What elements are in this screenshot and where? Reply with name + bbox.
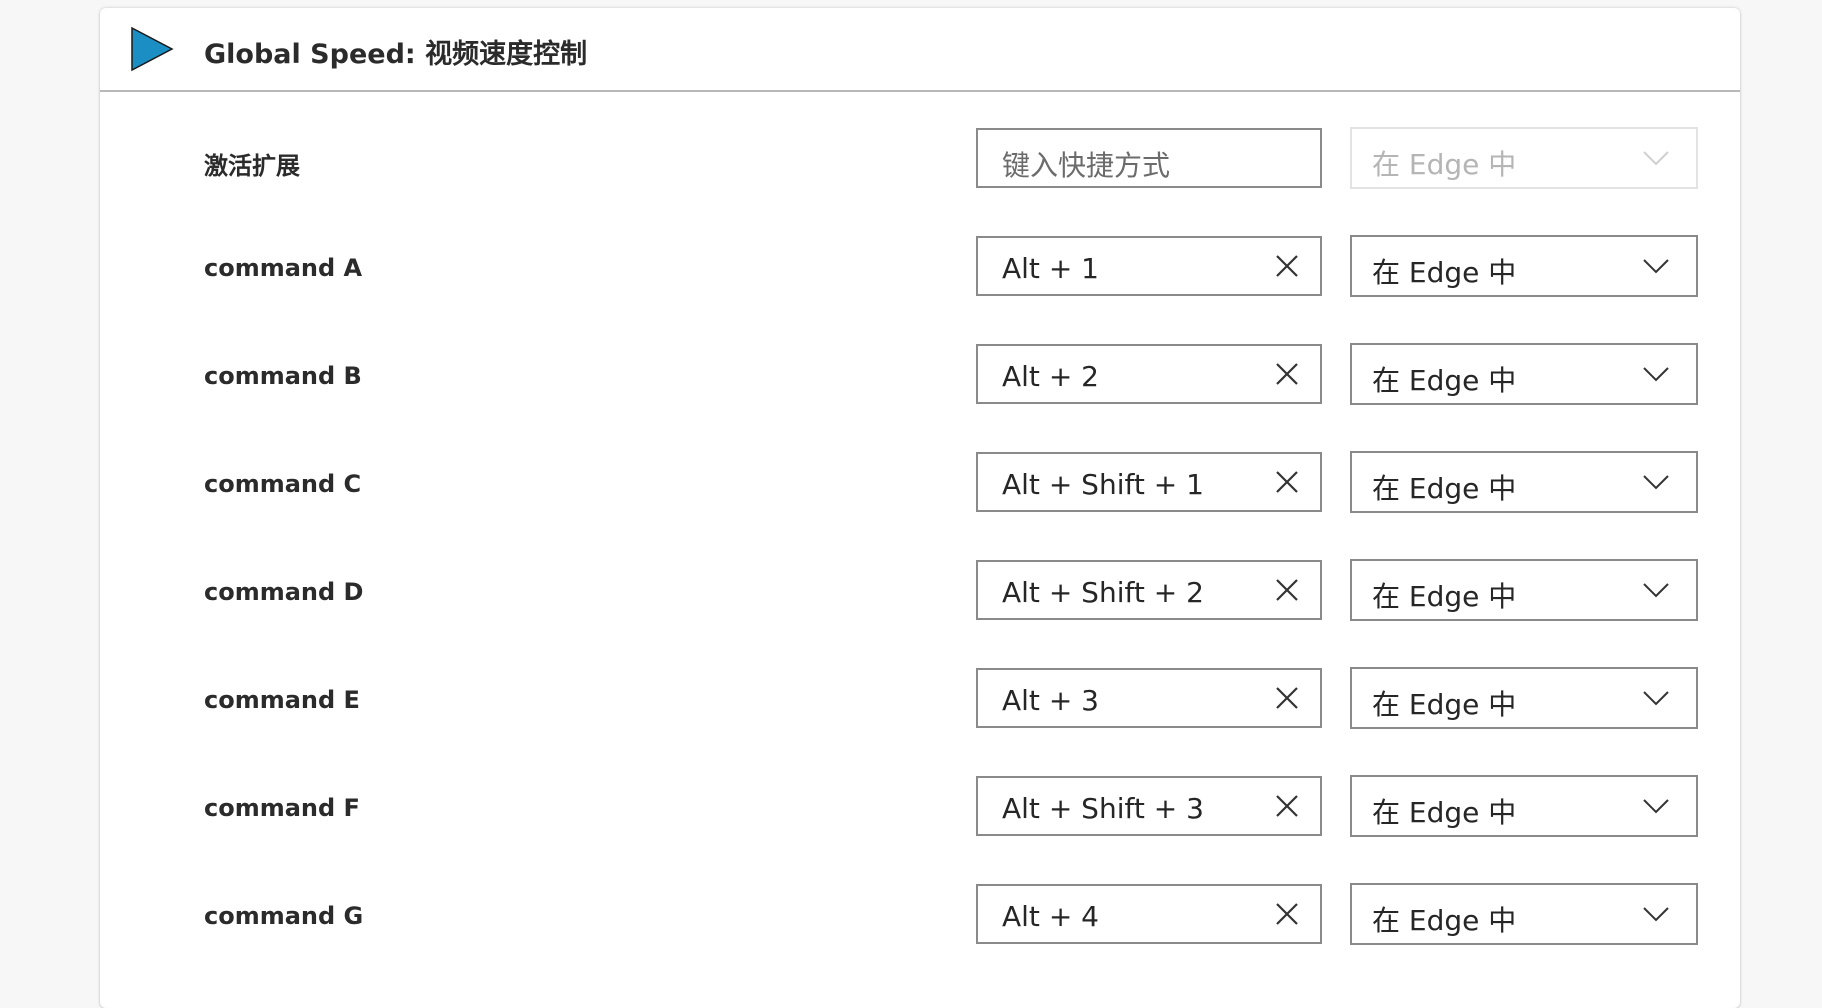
scope-dropdown[interactable]: 在 Edge 中 <box>1350 559 1698 621</box>
shortcut-row-command-e: command E Alt + 3 在 Edge 中 <box>100 667 1740 732</box>
chevron-down-icon <box>1643 799 1669 814</box>
shortcut-row-command-f: command F Alt + Shift + 3 在 Edge 中 <box>100 775 1740 840</box>
close-icon[interactable] <box>1272 791 1302 821</box>
shortcut-input[interactable]: 键入快捷方式 <box>976 128 1322 188</box>
close-icon[interactable] <box>1272 683 1302 713</box>
scope-value: 在 Edge 中 <box>1372 256 1517 289</box>
close-icon[interactable] <box>1272 575 1302 605</box>
scope-dropdown[interactable]: 在 Edge 中 <box>1350 451 1698 513</box>
shortcut-row-command-b: command B Alt + 2 在 Edge 中 <box>100 343 1740 408</box>
command-label: command C <box>204 470 362 498</box>
close-icon[interactable] <box>1272 359 1302 389</box>
scope-value: 在 Edge 中 <box>1372 580 1517 613</box>
extension-title: Global Speed: 视频速度控制 <box>204 39 588 70</box>
shortcut-input[interactable]: Alt + 4 <box>976 884 1322 944</box>
shortcut-placeholder: 键入快捷方式 <box>1002 149 1171 182</box>
shortcut-input[interactable]: Alt + Shift + 2 <box>976 560 1322 620</box>
play-triangle-icon <box>131 26 174 72</box>
scope-value: 在 Edge 中 <box>1372 148 1517 181</box>
shortcut-value: Alt + 2 <box>1002 360 1099 393</box>
command-label: 激活扩展 <box>204 152 300 180</box>
shortcut-value: Alt + Shift + 3 <box>1002 792 1204 825</box>
shortcut-row-command-a: command A Alt + 1 在 Edge 中 <box>100 235 1740 300</box>
scope-dropdown[interactable]: 在 Edge 中 <box>1350 667 1698 729</box>
scope-value: 在 Edge 中 <box>1372 472 1517 505</box>
close-icon[interactable] <box>1272 899 1302 929</box>
command-label: command F <box>204 794 360 822</box>
shortcut-input[interactable]: Alt + 2 <box>976 344 1322 404</box>
shortcut-row-command-g: command G Alt + 4 在 Edge 中 <box>100 883 1740 948</box>
shortcut-row-command-d: command D Alt + Shift + 2 在 Edge 中 <box>100 559 1740 624</box>
command-label: command D <box>204 578 364 606</box>
shortcut-value: Alt + 4 <box>1002 900 1099 933</box>
scope-value: 在 Edge 中 <box>1372 904 1517 937</box>
shortcut-input[interactable]: Alt + 1 <box>976 236 1322 296</box>
command-label: command B <box>204 362 362 390</box>
command-label: command A <box>204 254 363 282</box>
shortcut-row-activate: 激活扩展 键入快捷方式 在 Edge 中 <box>100 127 1740 192</box>
scope-dropdown[interactable]: 在 Edge 中 <box>1350 343 1698 405</box>
shortcut-input[interactable]: Alt + 3 <box>976 668 1322 728</box>
shortcut-value: Alt + Shift + 2 <box>1002 576 1204 609</box>
scope-dropdown[interactable]: 在 Edge 中 <box>1350 775 1698 837</box>
chevron-down-icon <box>1643 475 1669 490</box>
scope-dropdown: 在 Edge 中 <box>1350 127 1698 189</box>
extension-header: Global Speed: 视频速度控制 <box>100 8 1740 92</box>
scope-value: 在 Edge 中 <box>1372 688 1517 721</box>
scope-value: 在 Edge 中 <box>1372 796 1517 829</box>
command-label: command G <box>204 902 364 930</box>
close-icon[interactable] <box>1272 467 1302 497</box>
shortcut-input[interactable]: Alt + Shift + 3 <box>976 776 1322 836</box>
shortcut-value: Alt + 3 <box>1002 684 1099 717</box>
chevron-down-icon <box>1643 907 1669 922</box>
close-icon[interactable] <box>1272 251 1302 281</box>
shortcut-row-command-c: command C Alt + Shift + 1 在 Edge 中 <box>100 451 1740 516</box>
chevron-down-icon <box>1643 151 1669 166</box>
chevron-down-icon <box>1643 691 1669 706</box>
shortcut-input[interactable]: Alt + Shift + 1 <box>976 452 1322 512</box>
shortcut-value: Alt + Shift + 1 <box>1002 468 1204 501</box>
chevron-down-icon <box>1643 583 1669 598</box>
chevron-down-icon <box>1643 367 1669 382</box>
scope-dropdown[interactable]: 在 Edge 中 <box>1350 235 1698 297</box>
command-label: command E <box>204 686 360 714</box>
extension-shortcuts-card: Global Speed: 视频速度控制 激活扩展 键入快捷方式 在 Edge … <box>100 8 1740 1008</box>
shortcut-value: Alt + 1 <box>1002 252 1099 285</box>
scope-dropdown[interactable]: 在 Edge 中 <box>1350 883 1698 945</box>
scope-value: 在 Edge 中 <box>1372 364 1517 397</box>
chevron-down-icon <box>1643 259 1669 274</box>
